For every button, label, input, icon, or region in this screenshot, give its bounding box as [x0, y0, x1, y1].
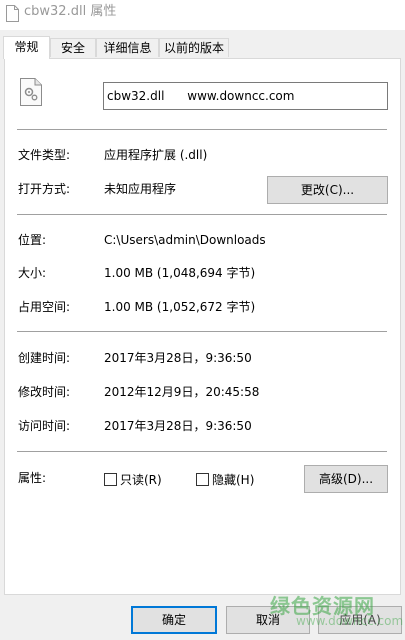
modified-value: 2012年12月9日，20:45:58 — [104, 385, 260, 399]
readonly-checkbox[interactable] — [104, 473, 117, 486]
tab-bar: 常规 安全 详细信息 以前的版本 — [0, 36, 405, 59]
hidden-label[interactable]: 隐藏(H) — [212, 472, 254, 488]
watermark-url: www.downcc.com — [296, 614, 404, 628]
hidden-checkbox[interactable] — [196, 473, 209, 486]
location-value: C:\Users\admin\Downloads — [104, 233, 266, 247]
attributes-label: 属性: — [18, 471, 47, 485]
title-bar: cbw32.dll 属性 — [0, 0, 405, 30]
separator — [17, 214, 387, 215]
advanced-button[interactable]: 高级(D)... — [304, 465, 388, 493]
modified-label: 修改时间: — [18, 385, 71, 399]
tab-previous-versions[interactable]: 以前的版本 — [159, 38, 229, 57]
dll-file-icon — [20, 78, 42, 106]
change-button[interactable]: 更改(C)... — [267, 176, 388, 204]
watermark: 绿色资源网 www.downcc.com — [262, 590, 404, 635]
general-panel — [4, 58, 401, 595]
size-label: 大小: — [18, 266, 47, 280]
tab-details[interactable]: 详细信息 — [96, 38, 159, 57]
tab-general[interactable]: 常规 — [3, 36, 50, 59]
open-with-value: 未知应用程序 — [104, 182, 177, 196]
created-label: 创建时间: — [18, 351, 71, 365]
accessed-value: 2017年3月28日，9:36:50 — [104, 419, 252, 433]
tab-security[interactable]: 安全 — [50, 38, 96, 57]
disk-size-value: 1.00 MB (1,052,672 字节) — [104, 300, 256, 314]
disk-size-label: 占用空间: — [18, 300, 71, 314]
size-value: 1.00 MB (1,048,694 字节) — [104, 266, 256, 280]
file-name-field[interactable]: cbw32.dll www.downcc.com — [103, 82, 388, 110]
separator — [17, 129, 387, 130]
file-type-value: 应用程序扩展 (.dll) — [104, 148, 208, 162]
accessed-label: 访问时间: — [18, 419, 71, 433]
window-title: cbw32.dll 属性 — [24, 4, 117, 19]
separator — [17, 331, 387, 332]
created-value: 2017年3月28日，9:36:50 — [104, 351, 252, 365]
open-with-label: 打开方式: — [18, 182, 71, 196]
separator — [17, 451, 387, 452]
readonly-label[interactable]: 只读(R) — [120, 472, 162, 488]
file-icon — [6, 5, 19, 22]
ok-button[interactable]: 确定 — [131, 606, 217, 634]
location-label: 位置: — [18, 233, 47, 247]
file-type-label: 文件类型: — [18, 148, 71, 162]
